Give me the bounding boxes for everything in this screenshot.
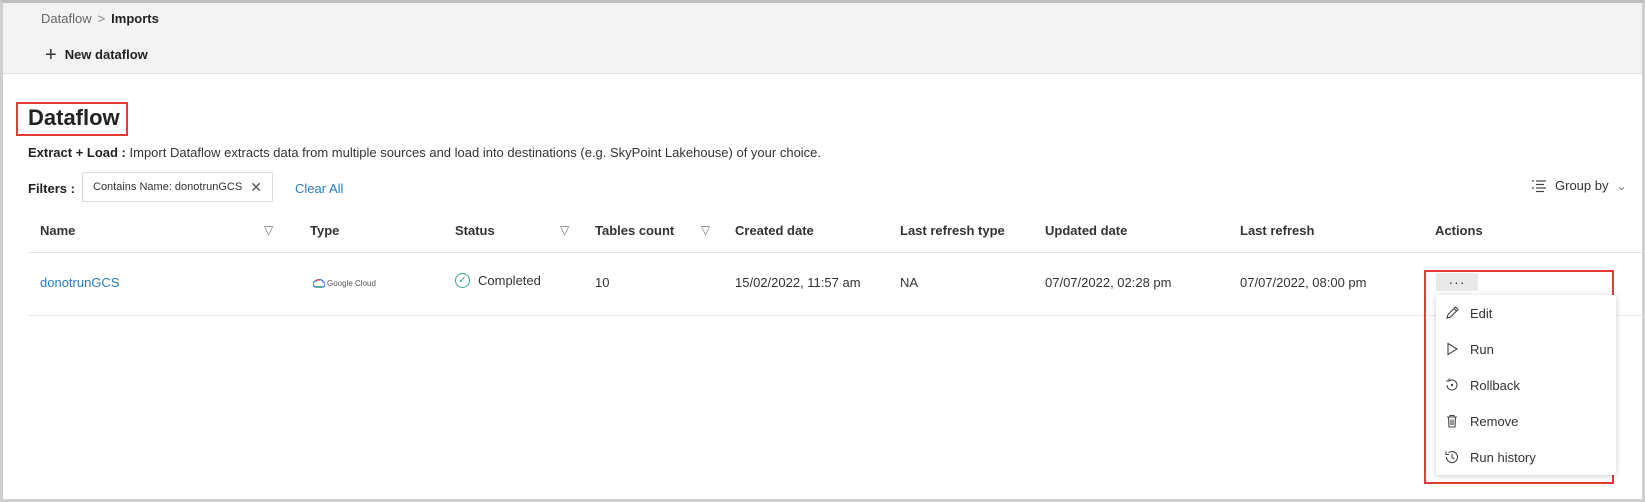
page-title: Dataflow xyxy=(28,105,120,130)
rollback-icon xyxy=(1446,378,1458,391)
table-header: Name ▽ Type Status ▽ Tables count ▽ Crea… xyxy=(28,214,1645,253)
google-cloud-logo: Google Cloud xyxy=(313,279,376,288)
header-status[interactable]: Status xyxy=(455,223,495,238)
clear-all-link[interactable]: Clear All xyxy=(295,181,343,196)
menu-item-label: Edit xyxy=(1470,305,1493,321)
row-name-link[interactable]: donotrunGCS xyxy=(40,275,120,290)
menu-item-remove[interactable]: Remove xyxy=(1444,413,1518,429)
menu-item-run-history[interactable]: Run history xyxy=(1444,449,1536,465)
breadcrumb: Dataflow > Imports xyxy=(41,11,159,26)
dataflow-table: Name ▽ Type Status ▽ Tables count ▽ Crea… xyxy=(28,214,1645,316)
history-icon xyxy=(1445,450,1459,464)
menu-item-label: Remove xyxy=(1470,413,1519,429)
description-text: Import Dataflow extracts data from multi… xyxy=(125,145,822,160)
list-icon xyxy=(1532,179,1546,192)
name-filter-icon[interactable]: ▽ xyxy=(264,223,273,237)
menu-item-run[interactable]: Run xyxy=(1444,341,1494,357)
description-bold: Extract + Load : xyxy=(28,145,126,160)
group-by-button[interactable]: Group by ⌄ xyxy=(1531,178,1627,193)
trash-icon xyxy=(1447,414,1457,428)
menu-item-label: Rollback xyxy=(1470,377,1520,393)
last-refresh-value: 07/07/2022, 08:00 pm xyxy=(1240,275,1367,290)
filters-label: Filters : xyxy=(28,181,75,196)
menu-item-label: Run history xyxy=(1470,449,1536,465)
header-last-refresh-type[interactable]: Last refresh type xyxy=(900,223,1005,238)
header-updated-date[interactable]: Updated date xyxy=(1045,223,1127,238)
plus-icon: + xyxy=(45,43,57,66)
updated-date-value: 07/07/2022, 02:28 pm xyxy=(1045,275,1172,290)
pencil-icon xyxy=(1446,306,1459,319)
table-row: donotrunGCS Google Cloud ✓ Completed 10 … xyxy=(28,253,1645,316)
filter-chip-label: Contains Name: donotrunGCS xyxy=(93,181,243,193)
new-dataflow-button[interactable]: + New dataflow xyxy=(45,43,148,66)
play-icon xyxy=(1447,342,1459,356)
google-cloud-label: Google Cloud xyxy=(327,279,376,288)
check-circle-icon: ✓ xyxy=(455,273,470,288)
header-name[interactable]: Name xyxy=(40,223,75,238)
google-cloud-icon xyxy=(313,279,325,288)
filter-chip: Contains Name: donotrunGCS ✕ xyxy=(82,172,273,202)
header-type[interactable]: Type xyxy=(310,223,339,238)
actions-menu: Edit Run Rollback Remove Run history xyxy=(1436,295,1616,475)
menu-item-edit[interactable]: Edit xyxy=(1444,305,1492,321)
menu-item-label: Run xyxy=(1470,341,1494,357)
breadcrumb-current: Imports xyxy=(111,11,159,26)
breadcrumb-separator-icon: > xyxy=(97,11,106,26)
tables-count-filter-icon[interactable]: ▽ xyxy=(701,223,710,237)
chevron-down-icon: ⌄ xyxy=(1616,178,1627,193)
last-refresh-type-value: NA xyxy=(900,275,919,290)
breadcrumb-parent[interactable]: Dataflow xyxy=(41,11,92,26)
page-description: Extract + Load : Import Dataflow extract… xyxy=(28,145,821,160)
created-date-value: 15/02/2022, 11:57 am xyxy=(735,275,861,290)
menu-item-rollback[interactable]: Rollback xyxy=(1444,377,1520,393)
header-created-date[interactable]: Created date xyxy=(735,223,814,238)
more-actions-button[interactable]: ··· xyxy=(1436,273,1478,291)
header-last-refresh[interactable]: Last refresh xyxy=(1240,223,1314,238)
header-tables-count[interactable]: Tables count xyxy=(595,223,674,238)
close-icon[interactable]: ✕ xyxy=(250,179,262,196)
status-cell: ✓ Completed xyxy=(455,273,541,288)
status-text: Completed xyxy=(478,273,541,288)
group-by-label: Group by xyxy=(1555,178,1609,193)
top-bar: Dataflow > Imports + New dataflow xyxy=(3,3,1642,74)
tables-count-value: 10 xyxy=(595,275,610,290)
header-actions: Actions xyxy=(1435,223,1483,238)
status-filter-icon[interactable]: ▽ xyxy=(560,223,569,237)
new-dataflow-label: New dataflow xyxy=(64,47,148,62)
